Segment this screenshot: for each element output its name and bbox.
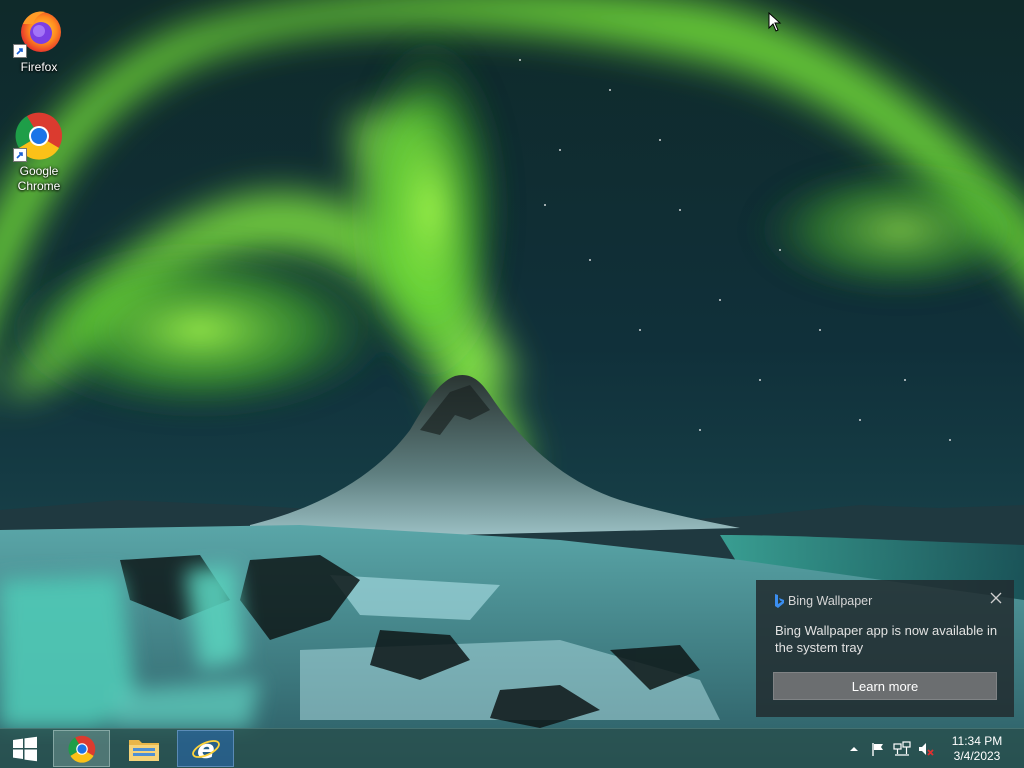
- notification-message: Bing Wallpaper app is now available in t…: [775, 623, 998, 655]
- start-button[interactable]: [6, 730, 44, 767]
- windows-start-icon: [13, 736, 37, 761]
- chrome-icon: [13, 110, 65, 162]
- bing-wallpaper-notification[interactable]: Bing Wallpaper Bing Wallpaper app is now…: [756, 580, 1014, 717]
- desktop-icon-google-chrome[interactable]: Google Chrome: [1, 110, 77, 194]
- desktop[interactable]: Firefox Google Chrome Bing Wallpaper Bin…: [0, 0, 1024, 768]
- notification-header: Bing Wallpaper: [774, 594, 872, 608]
- flag-icon[interactable]: [869, 740, 887, 758]
- internet-explorer-taskbar-button[interactable]: e: [177, 730, 234, 767]
- desktop-icon-label: Firefox: [20, 60, 58, 74]
- notification-app-name: Bing Wallpaper: [788, 594, 873, 608]
- shortcut-arrow-icon: [13, 44, 27, 58]
- taskbar-clock[interactable]: 11:34 PM 3/4/2023: [942, 734, 1012, 764]
- system-tray: 11:34 PM 3/4/2023: [842, 729, 1024, 768]
- mouse-cursor-icon: [768, 11, 782, 37]
- firefox-icon: [13, 6, 65, 58]
- speaker-muted-icon[interactable]: [917, 740, 935, 758]
- learn-more-button[interactable]: Learn more: [773, 672, 997, 700]
- taskbar: e 11:34 PM 3/4/2023: [0, 728, 1024, 768]
- internet-explorer-icon: e: [191, 735, 220, 764]
- clock-time: 11:34 PM: [951, 733, 1003, 748]
- folder-icon: [128, 739, 159, 761]
- chevron-up-icon[interactable]: [845, 740, 863, 758]
- close-icon[interactable]: [988, 590, 1004, 606]
- svg-text:e: e: [197, 735, 215, 764]
- desktop-icon-firefox[interactable]: Firefox: [1, 6, 77, 75]
- chrome-icon: [67, 735, 95, 763]
- bing-logo-icon: [775, 594, 784, 608]
- desktop-icon-label: Google Chrome: [17, 164, 61, 193]
- clock-date: 3/4/2023: [953, 748, 1001, 763]
- file-explorer-taskbar-button[interactable]: [115, 730, 172, 767]
- shortcut-arrow-icon: [13, 148, 27, 162]
- network-icon[interactable]: [893, 740, 911, 758]
- chrome-taskbar-button[interactable]: [53, 730, 110, 767]
